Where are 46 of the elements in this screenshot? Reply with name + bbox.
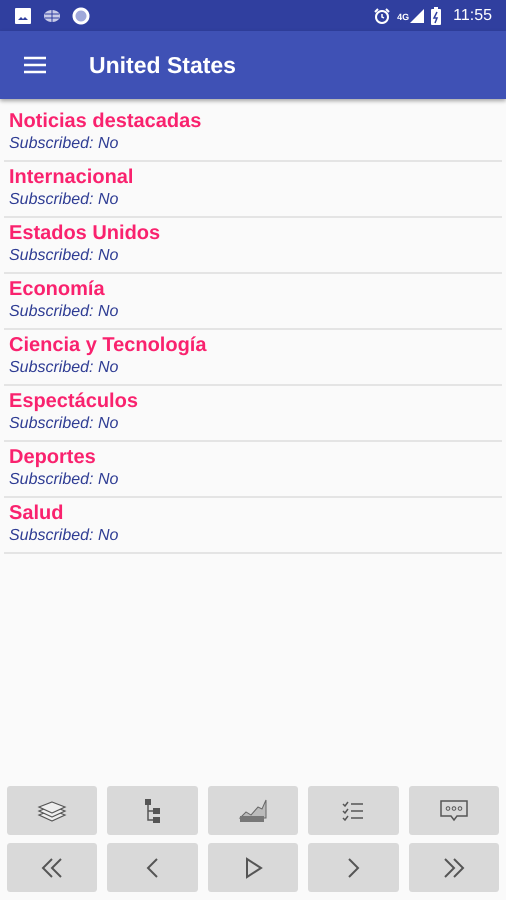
topic-item[interactable]: Noticias destacadas Subscribed: No <box>4 106 502 162</box>
topic-item[interactable]: Deportes Subscribed: No <box>4 442 502 498</box>
topic-name: Internacional <box>9 165 134 189</box>
topic-item[interactable]: Internacional Subscribed: No <box>4 162 502 218</box>
subscription-status: Subscribed: No <box>9 302 120 322</box>
alarm-icon <box>373 6 392 24</box>
subscription-status: Subscribed: No <box>9 358 120 378</box>
topic-item[interactable]: Economía Subscribed: No <box>4 274 502 330</box>
subscription-status: Subscribed: No <box>9 414 120 434</box>
topic-item[interactable]: Espectáculos Subscribed: No <box>4 386 502 442</box>
topic-name: Salud <box>9 501 64 525</box>
topic-name: Economía <box>9 277 106 301</box>
circle-icon <box>72 6 90 24</box>
tree-button[interactable] <box>107 786 198 835</box>
double-left-icon <box>40 856 64 878</box>
topic-name: Espectáculos <box>9 389 139 413</box>
tree-icon <box>142 798 163 824</box>
subscription-status: Subscribed: No <box>9 526 120 546</box>
image-icon <box>14 6 32 24</box>
topic-name: Noticias destacadas <box>9 109 202 133</box>
chart-button[interactable] <box>208 786 298 835</box>
subscription-status: Subscribed: No <box>9 190 120 210</box>
play-button[interactable] <box>208 843 298 892</box>
subscription-status: Subscribed: No <box>9 134 120 154</box>
layers-button[interactable] <box>7 786 98 835</box>
topic-name: Ciencia y Tecnología <box>9 333 208 357</box>
double-right-icon <box>442 856 466 878</box>
topic-item[interactable]: Ciencia y Tecnología Subscribed: No <box>4 330 502 386</box>
first-button[interactable] <box>7 843 98 892</box>
chart-icon <box>238 798 268 824</box>
speech-bubble-icon <box>438 798 469 822</box>
topic-name: Deportes <box>9 445 97 469</box>
network-label: 4G <box>397 12 410 22</box>
menu-icon <box>23 56 47 74</box>
subscription-status: Subscribed: No <box>9 246 120 266</box>
checklist-button[interactable] <box>308 786 399 835</box>
subscription-status: Subscribed: No <box>9 470 120 490</box>
topic-item[interactable]: Salud Subscribed: No <box>4 498 502 554</box>
clock: 11:55 <box>453 6 492 24</box>
battery-icon <box>431 6 442 24</box>
topic-item[interactable]: Estados Unidos Subscribed: No <box>4 218 502 274</box>
comment-button[interactable] <box>408 786 500 835</box>
signal-icon <box>409 8 426 24</box>
checklist-icon <box>342 800 364 820</box>
screen-title: United States <box>89 52 236 78</box>
topic-name: Estados Unidos <box>9 221 162 245</box>
